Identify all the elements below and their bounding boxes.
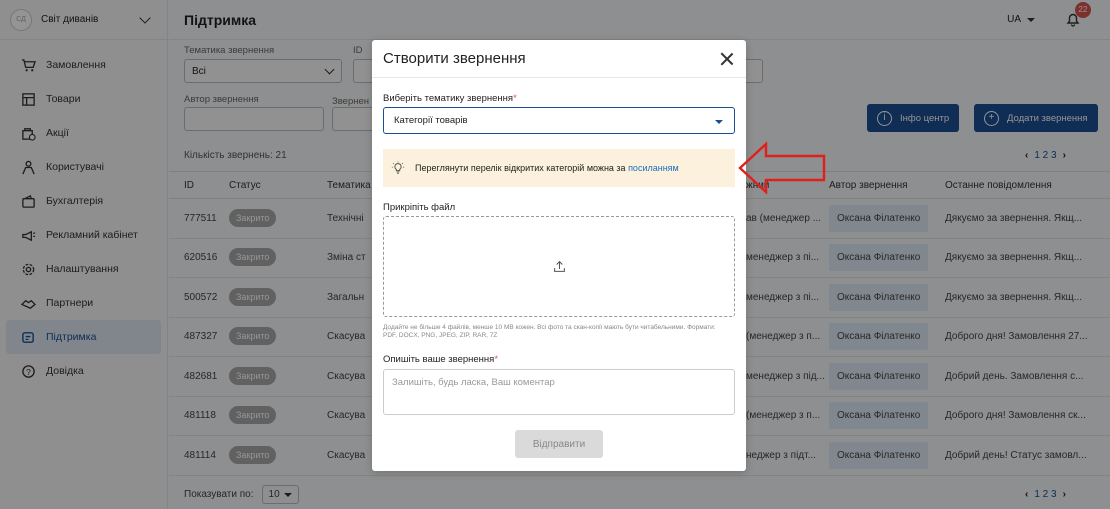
file-dropzone[interactable] xyxy=(383,216,735,317)
caret-down-icon xyxy=(715,120,723,124)
modal-title: Створити звернення xyxy=(383,50,526,67)
categories-link[interactable]: посиланням xyxy=(628,163,679,173)
topic-label: Виберіть тематику звернення* xyxy=(383,93,517,104)
topic-select-value: Категорії товарів xyxy=(394,115,468,126)
upload-icon xyxy=(553,260,565,272)
topic-select[interactable]: Категорії товарів xyxy=(383,107,735,134)
topic-label-text: Виберіть тематику звернення xyxy=(383,93,514,104)
hint-text: Переглянути перелік відкритих категорій … xyxy=(415,163,679,173)
create-request-modal: Створити звернення Виберіть тематику зве… xyxy=(372,40,746,471)
comment-textarea[interactable]: Залишіть, будь ласка, Ваш коментар xyxy=(383,369,735,415)
close-icon[interactable] xyxy=(720,52,734,66)
hint-text-body: Переглянути перелік відкритих категорій … xyxy=(415,163,629,173)
describe-label: Опишіть ваше звернення* xyxy=(383,354,498,365)
modal-header: Створити звернення xyxy=(372,40,746,78)
required-mark: * xyxy=(494,354,499,365)
lightbulb-icon xyxy=(391,161,405,174)
attach-note: Додайте не більше 4 файлів, менше 10 MB … xyxy=(383,324,716,339)
describe-label-text: Опишіть ваше звернення xyxy=(383,354,495,365)
submit-button[interactable]: Відправити xyxy=(515,430,603,458)
categories-hint: Переглянути перелік відкритих категорій … xyxy=(383,149,735,187)
annotation-arrow-icon xyxy=(738,141,826,195)
attach-label: Прикріпіть файл xyxy=(383,202,456,213)
required-mark: * xyxy=(513,93,517,104)
